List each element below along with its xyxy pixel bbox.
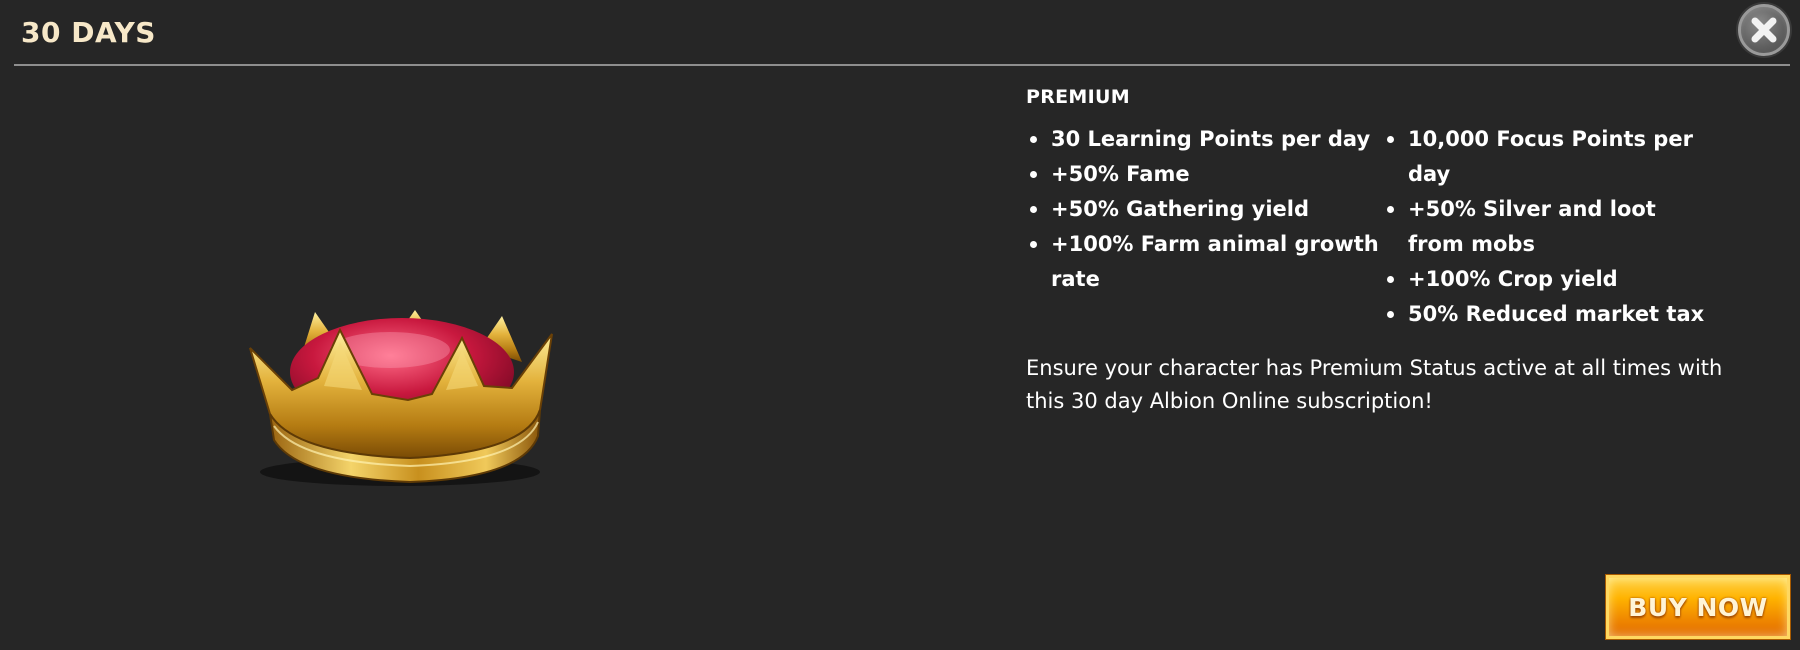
buy-now-button[interactable]: BUY NOW: [1606, 575, 1790, 639]
product-info: PREMIUM 30 Learning Points per day +50% …: [1026, 86, 1786, 418]
list-item: 50% Reduced market tax: [1383, 297, 1713, 332]
product-description: Ensure your character has Premium Status…: [1026, 356, 1723, 413]
benefits-column-right: 10,000 Focus Points per day +50% Silver …: [1383, 122, 1713, 332]
modal-title: 30 DAYS: [21, 16, 156, 49]
benefits-list: 30 Learning Points per day +50% Fame +50…: [1026, 122, 1786, 332]
modal-header: 30 DAYS: [14, 0, 1790, 66]
list-item: +50% Gathering yield: [1026, 192, 1383, 227]
crown-icon: [249, 310, 553, 486]
list-item: +100% Crop yield: [1383, 262, 1713, 297]
list-item: +50% Silver and loot from mobs: [1383, 192, 1713, 262]
list-item: +50% Fame: [1026, 157, 1383, 192]
benefits-column-left: 30 Learning Points per day +50% Fame +50…: [1026, 122, 1383, 332]
buy-now-label: BUY NOW: [1628, 592, 1768, 622]
list-item: 30 Learning Points per day: [1026, 122, 1383, 157]
list-item: 10,000 Focus Points per day: [1383, 122, 1713, 192]
close-icon: [1751, 17, 1777, 43]
close-button[interactable]: [1738, 4, 1790, 56]
list-item: +100% Farm animal growth rate: [1026, 227, 1383, 297]
crown-image: [240, 290, 560, 490]
section-title: PREMIUM: [1026, 86, 1130, 108]
premium-modal: 30 DAYS PREMIUM 30 Learning Points per d…: [0, 0, 1800, 650]
